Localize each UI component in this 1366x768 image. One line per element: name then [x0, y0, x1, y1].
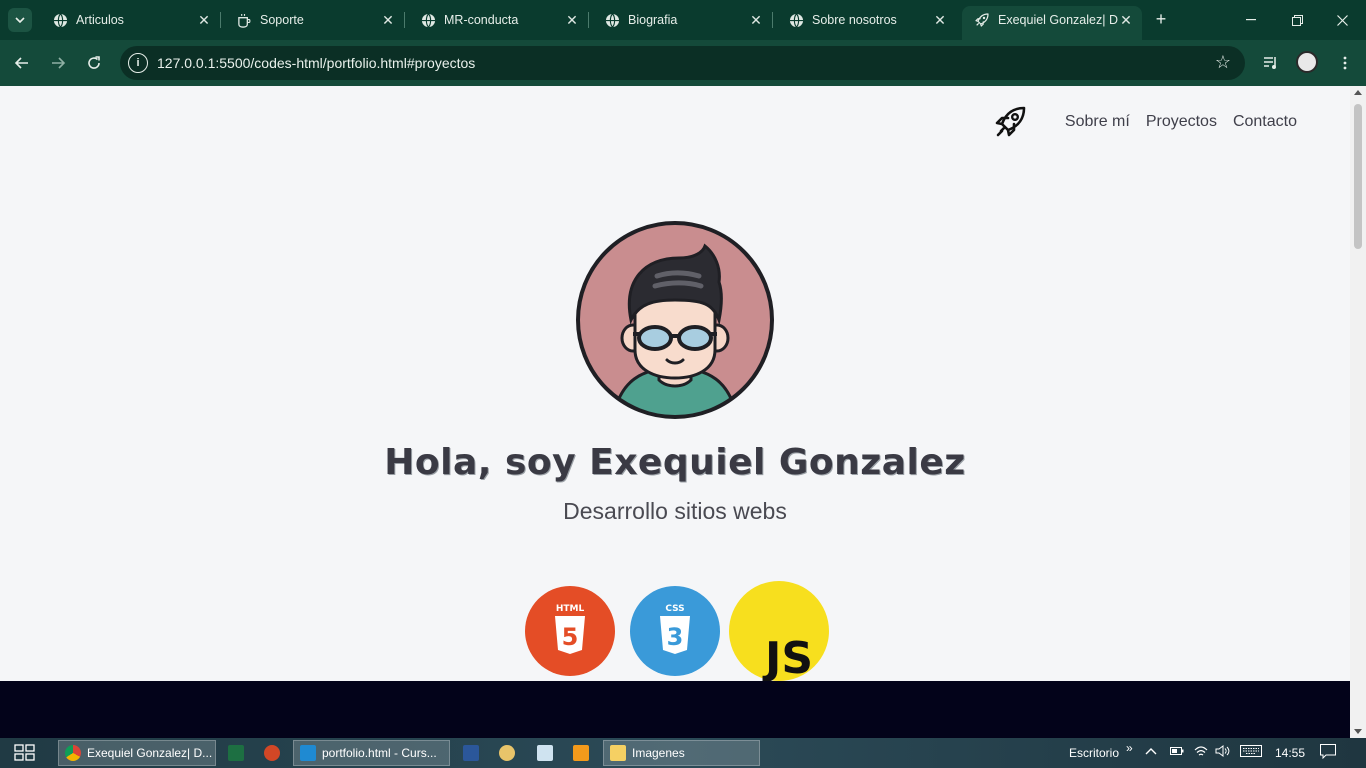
taskbar: Exequiel Gonzalez| D... portfolio.html -… — [0, 738, 1366, 768]
taskbar-item-media-player[interactable] — [573, 740, 593, 766]
taskbar-item-notepad[interactable] — [537, 740, 557, 766]
keyboard-icon[interactable] — [1240, 745, 1262, 760]
taskbar-item-vscode[interactable]: portfolio.html - Curs... — [293, 740, 450, 766]
rocket-icon — [974, 12, 990, 28]
close-icon[interactable]: ✕ — [748, 12, 764, 28]
tab-title: Soporte — [260, 13, 304, 27]
tab-sobre-nosotros[interactable]: Sobre nosotros ✕ — [776, 6, 956, 34]
word-icon — [463, 745, 479, 761]
forward-icon[interactable] — [46, 51, 70, 75]
chevron-down-icon — [15, 17, 25, 23]
taskbar-item-powerpoint[interactable] — [264, 740, 284, 766]
nav-link-sobre-mi[interactable]: Sobre mí — [1065, 113, 1130, 131]
globe-icon — [52, 12, 68, 28]
close-icon[interactable]: ✕ — [196, 12, 212, 28]
tab-biografia[interactable]: Biografia ✕ — [592, 6, 773, 34]
volume-icon[interactable] — [1215, 745, 1231, 760]
site-info-icon[interactable]: i — [128, 53, 148, 73]
tab-title: Sobre nosotros — [812, 13, 897, 27]
scroll-down-icon[interactable] — [1354, 729, 1362, 734]
close-icon[interactable]: ✕ — [932, 12, 948, 28]
taskbar-item-chrome[interactable]: Exequiel Gonzalez| D... — [58, 740, 216, 766]
taskbar-item-excel[interactable] — [228, 740, 248, 766]
taskbar-item-label: Imagenes — [632, 746, 685, 760]
url-text[interactable]: 127.0.0.1:5500/codes-html/portfolio.html… — [157, 55, 475, 71]
page-scrollbar[interactable] — [1350, 86, 1366, 738]
notepad-icon — [537, 745, 553, 761]
globe-icon — [420, 12, 436, 28]
bookmark-star-icon[interactable]: ☆ — [1215, 52, 1231, 73]
css3-icon: CSS 3 — [630, 586, 720, 676]
reload-icon[interactable] — [82, 51, 106, 75]
nav-link-contacto[interactable]: Contacto — [1233, 113, 1297, 131]
folder-icon — [610, 745, 626, 761]
site-nav: Sobre mí Proyectos Contacto — [993, 104, 1297, 140]
javascript-icon: JS — [729, 581, 829, 681]
excel-icon — [228, 745, 244, 761]
globe-icon — [788, 12, 804, 28]
address-bar[interactable]: i 127.0.0.1:5500/codes-html/portfolio.ht… — [120, 46, 1245, 80]
tab-mr-conducta[interactable]: MR-conducta ✕ — [408, 6, 589, 34]
tab-title: Exequiel Gonzalez| Desarrollador — [998, 13, 1118, 27]
html-badge: 5 — [562, 623, 579, 651]
browser-toolbar: i 127.0.0.1:5500/codes-html/portfolio.ht… — [0, 40, 1366, 86]
desktop-toolbar-label[interactable]: Escritorio — [1069, 746, 1119, 760]
menu-icon[interactable] — [1333, 51, 1357, 75]
taskbar-item-label: Exequiel Gonzalez| D... — [87, 746, 213, 760]
new-tab-button[interactable]: + — [1150, 8, 1172, 30]
cup-icon — [236, 12, 252, 28]
taskbar-item-imagenes[interactable]: Imagenes — [603, 740, 760, 766]
back-icon[interactable] — [10, 51, 34, 75]
taskbar-item-label: portfolio.html - Curs... — [322, 746, 437, 760]
paint-icon — [499, 745, 515, 761]
hero-subtitle: Desarrollo sitios webs — [563, 498, 787, 524]
developer-avatar-icon — [576, 221, 774, 419]
hero-title: Hola, soy Exequiel Gonzalez — [384, 442, 966, 483]
restore-icon[interactable] — [1285, 8, 1309, 32]
css-label: CSS — [665, 604, 684, 614]
js-label: JS — [762, 633, 813, 681]
taskbar-item-paint[interactable] — [499, 740, 519, 766]
page-viewport: Sobre mí Proyectos Contacto Hola, soy Ex… — [0, 86, 1350, 681]
nav-link-proyectos[interactable]: Proyectos — [1146, 113, 1217, 131]
tab-title: MR-conducta — [444, 13, 519, 27]
close-icon[interactable]: ✕ — [1118, 12, 1134, 28]
tab-title: Biografia — [628, 13, 678, 27]
html5-icon: HTML 5 — [525, 586, 615, 676]
rocket-icon[interactable] — [993, 104, 1029, 140]
globe-icon — [604, 12, 620, 28]
battery-icon[interactable] — [1170, 745, 1184, 759]
task-view-icon[interactable] — [14, 744, 36, 762]
tab-soporte[interactable]: Soporte ✕ — [224, 6, 405, 34]
clock-time[interactable]: 14:55 — [1275, 746, 1305, 760]
powerpoint-icon — [264, 745, 280, 761]
show-hidden-icons-icon[interactable] — [1145, 745, 1157, 759]
close-icon[interactable]: ✕ — [564, 12, 580, 28]
chrome-icon — [65, 745, 81, 761]
scroll-up-icon[interactable] — [1354, 90, 1362, 95]
vscode-icon — [300, 745, 316, 761]
minimize-icon[interactable] — [1239, 8, 1263, 32]
tab-strip: Articulos ✕ Soporte ✕ MR-conducta ✕ Biog… — [0, 0, 1366, 40]
html-label: HTML — [556, 604, 585, 614]
tab-title: Articulos — [76, 13, 124, 27]
footer-band — [0, 681, 1350, 738]
close-window-icon[interactable] — [1330, 8, 1354, 32]
tab-search-button[interactable] — [8, 8, 32, 32]
taskbar-item-word[interactable] — [463, 740, 483, 766]
tab-articulos[interactable]: Articulos ✕ — [40, 6, 221, 34]
close-icon[interactable]: ✕ — [380, 12, 396, 28]
toolbar-overflow-chevron[interactable]: » — [1126, 741, 1133, 755]
css-badge: 3 — [667, 623, 684, 651]
notifications-icon[interactable] — [1320, 744, 1336, 762]
wifi-icon[interactable] — [1194, 745, 1208, 760]
profile-avatar-icon[interactable] — [1296, 51, 1318, 73]
media-controls-icon[interactable] — [1259, 51, 1283, 75]
media-player-icon — [573, 745, 589, 761]
scroll-thumb[interactable] — [1354, 104, 1362, 249]
tab-exequiel-gonzalez[interactable]: Exequiel Gonzalez| Desarrollador ✕ — [962, 6, 1142, 40]
